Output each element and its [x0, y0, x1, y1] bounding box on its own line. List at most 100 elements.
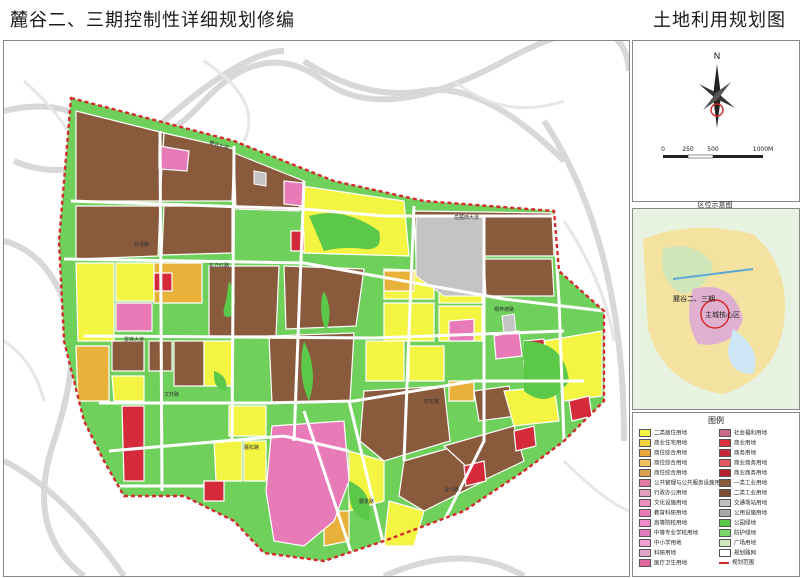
- legend-item: 交通场站用地: [719, 499, 767, 508]
- legend-swatch: [639, 469, 651, 477]
- legend-item: 规划路网: [719, 549, 756, 558]
- legend-label: 商住综合用地: [654, 460, 688, 467]
- legend-label: 一类工业用地: [734, 480, 768, 487]
- compass-panel: N 0 250 500 1000M: [632, 40, 800, 202]
- legend-label: 教育科研用地: [654, 510, 688, 517]
- legend-item: 广场用地: [719, 539, 756, 548]
- legend-label: 文化设施用地: [654, 500, 688, 507]
- legend-swatch: [719, 509, 731, 517]
- legend-item: 公共管理与公共服务设施用地: [639, 479, 726, 488]
- legend-title: 图例: [708, 416, 724, 425]
- land-use-map[interactable]: 麓谷大道 东方红路 雷锋大道 岳麓西大道 文轩路 麓松路 林语路 旺龙路 桐梓坡…: [3, 40, 630, 577]
- legend-item: 二类居住用地: [639, 429, 687, 438]
- legend-label: 商务用地: [734, 450, 757, 457]
- legend-label: 科研用地: [654, 550, 677, 557]
- drawing-title: 土地利用规划图: [653, 10, 786, 31]
- legend-label: 商住综合用地: [654, 470, 688, 477]
- legend-item: 公园绿地: [719, 519, 756, 528]
- legend-item: 商务用地: [719, 449, 756, 458]
- legend-item: 中小学用地: [639, 539, 682, 548]
- legend-swatch: [639, 559, 651, 567]
- compass-rose: N 0 250 500 1000M: [661, 52, 773, 159]
- road-label: 麓景路: [359, 498, 374, 505]
- legend-swatch: [719, 489, 731, 497]
- legend-item: 商业用地: [719, 439, 756, 448]
- legend-label: 二类工业用地: [734, 490, 768, 497]
- scale-tick: 500: [707, 146, 719, 153]
- road-label: 青山路: [444, 486, 459, 493]
- legend: 图例 二类居住用地 商业住宅用地 商住综合用地 商住综合用地 商住综合用地公共管理与公共…: [632, 412, 800, 577]
- legend-label: 公共管理与公共服务设施用地: [654, 480, 726, 487]
- scale-tick: 0: [661, 146, 665, 153]
- map-canvas: 麓谷大道 东方红路 雷锋大道 岳麓西大道 文轩路 麓松路 林语路 旺龙路 桐梓坡…: [4, 41, 629, 576]
- legend-item: 商住综合用地: [639, 469, 687, 478]
- legend-label: 行政办公用地: [654, 490, 688, 497]
- legend-item: 防护绿地: [719, 529, 756, 538]
- legend-label: 商业用地: [734, 440, 757, 447]
- legend-item: 公用设施用地: [719, 509, 767, 518]
- legend-label: 商业住宅用地: [654, 440, 688, 447]
- legend-swatch: [719, 539, 731, 547]
- legend-item: 商住综合用地: [639, 459, 687, 468]
- legend-label: 二类居住用地: [654, 430, 688, 437]
- road-label: 桐梓坡路: [494, 306, 514, 313]
- legend-swatch: [639, 519, 651, 527]
- plan-title: 麓谷二、三期控制性详细规划修编: [10, 10, 295, 31]
- legend-item: 中等专业学校用地: [639, 529, 698, 538]
- legend-label: 防护绿地: [734, 530, 757, 537]
- legend-item: 商业住宅用地: [639, 439, 687, 448]
- road-label: 麓松路: [244, 444, 259, 451]
- legend-swatch: [639, 429, 651, 437]
- legend-label: 中等专业学校用地: [654, 530, 699, 537]
- location-map-canvas: 麓谷二、三期 主城核心区: [633, 209, 799, 409]
- legend-swatch: [639, 439, 651, 447]
- road-label: 岳麓西大道: [454, 214, 479, 221]
- legend-swatch: [719, 449, 731, 457]
- legend-swatch: [639, 549, 651, 557]
- legend-item: 商住综合用地: [639, 449, 687, 458]
- legend-swatch: [639, 449, 651, 457]
- legend-label: 规划范围: [732, 560, 755, 566]
- side-panel: N 0 250 500 1000M 区位示意图 麓谷二、三期 主城核心区 图例 …: [632, 40, 800, 577]
- header: 麓谷二、三期控制性详细规划修编 土地利用规划图: [0, 0, 800, 38]
- legend-swatch: [719, 439, 731, 447]
- legend-swatch: [719, 469, 731, 477]
- legend-swatch: [719, 549, 731, 557]
- road-label: 旺龙路: [424, 398, 439, 405]
- road-label: 雷锋大道: [124, 336, 144, 343]
- legend-label: 公用设施用地: [734, 510, 768, 517]
- compass-icon: [699, 64, 735, 128]
- drawing-sheet: 麓谷二、三期控制性详细规划修编 土地利用规划图 麓谷大道 东方红路 雷锋大道 岳…: [0, 0, 800, 578]
- legend-swatch: [639, 509, 651, 517]
- legend-item: 文化设施用地: [639, 499, 687, 508]
- legend-label: 医疗卫生用地: [654, 560, 688, 567]
- legend-item: 规划范围: [719, 559, 754, 568]
- location-label: 主城核心区: [705, 310, 740, 319]
- legend-swatch: [639, 529, 651, 537]
- legend-label: 商业商务用地: [734, 470, 768, 477]
- scale-tick: 1000M: [753, 146, 773, 153]
- legend-label: 商业商务用地: [734, 460, 768, 467]
- location-label: 麓谷二、三期: [673, 294, 715, 303]
- legend-label: 高等院校用地: [654, 520, 688, 527]
- legend-label: 社会福利用地: [734, 430, 768, 437]
- legend-swatch: [719, 459, 731, 467]
- legend-label: 规划路网: [734, 550, 757, 557]
- legend-item: 商业商务用地: [719, 469, 767, 478]
- legend-swatch: [719, 429, 731, 437]
- legend-label: 商住综合用地: [654, 450, 688, 457]
- legend-item: 教育科研用地: [639, 509, 687, 518]
- north-label: N: [714, 52, 721, 62]
- legend-swatch: [639, 459, 651, 467]
- legend-swatch: [639, 489, 651, 497]
- legend-label: 交通场站用地: [734, 500, 768, 507]
- legend-item: 高等院校用地: [639, 519, 687, 528]
- road-label: 林语路: [134, 241, 149, 248]
- legend-item: 社会福利用地: [719, 429, 767, 438]
- legend-swatch: [639, 539, 651, 547]
- legend-label: 广场用地: [734, 540, 757, 547]
- legend-item: 科研用地: [639, 549, 676, 558]
- legend-item: 一类工业用地: [719, 479, 767, 488]
- road-label: 文轩路: [164, 391, 179, 398]
- road-label: 东方红路: [209, 262, 229, 269]
